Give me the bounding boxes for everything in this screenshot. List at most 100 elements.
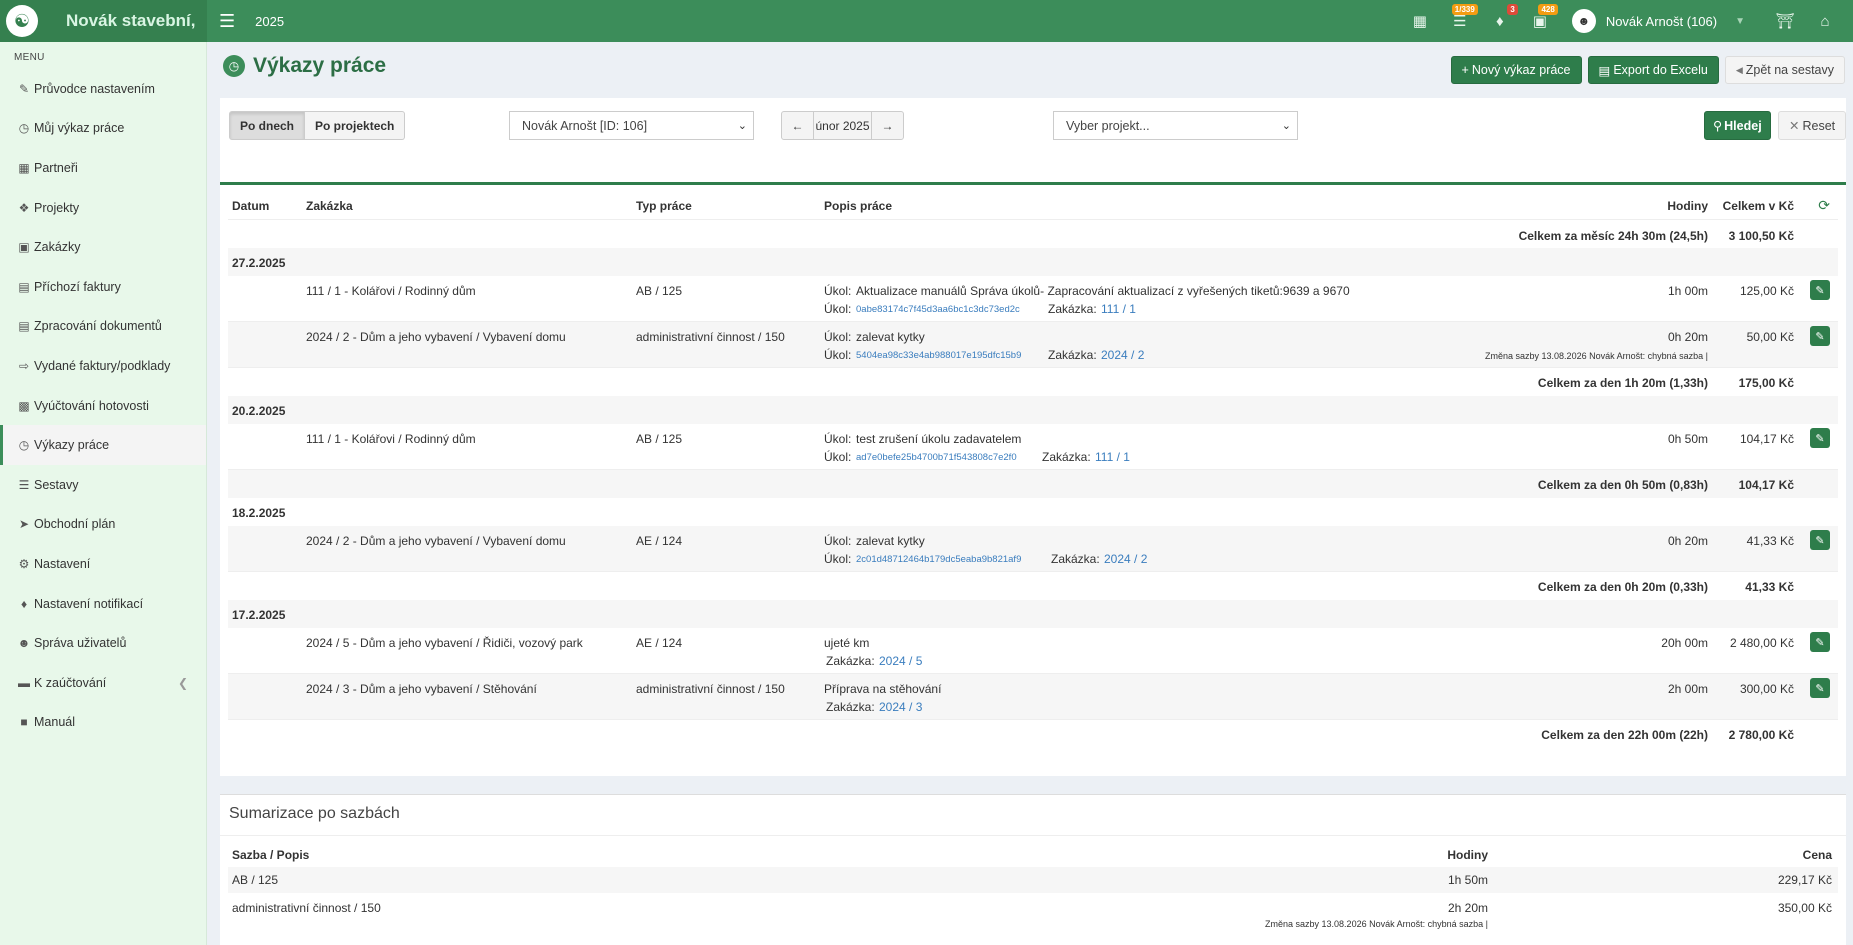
home-icon[interactable]: ⌂ xyxy=(1805,0,1845,42)
sidebar-item-manual[interactable]: ■ Manuál xyxy=(0,703,206,743)
summary-rate: administrativní činnost / 150 xyxy=(232,901,381,915)
edit-pencil-icon[interactable]: ✎ xyxy=(1810,530,1830,550)
top-navbar: ☯ Novák stavební, ☰ 2025 ▦ ☰ 1/339 ♦ 3 ▣ 42… xyxy=(0,0,1853,42)
sidebar-item-business-plan[interactable]: ➤ Obchodní plán xyxy=(0,505,206,545)
project-select[interactable]: Vyber projekt... ⌄ xyxy=(1053,111,1298,140)
edit-pencil-icon[interactable]: ✎ xyxy=(1810,632,1830,652)
entry-total: 41,33 Kč xyxy=(1746,534,1794,548)
entry-task-text: test zrušení úkolu zadavatelem xyxy=(856,432,1022,446)
close-icon: ✕ xyxy=(1789,119,1800,133)
sidebar-item-my-timesheet[interactable]: ◷ Můj výkaz práce xyxy=(0,109,206,149)
sidebar-item-incoming-invoices[interactable]: ▤ Příchozí faktury xyxy=(0,267,206,307)
entry-task-text: zalevat kytky xyxy=(856,534,925,548)
entry-order-link[interactable]: 2024 / 2 xyxy=(1101,348,1144,362)
col-hours-header: Hodiny xyxy=(1667,199,1708,213)
month-label[interactable]: únor 2025 xyxy=(814,111,871,140)
by-days-button[interactable]: Po dnech xyxy=(229,111,306,140)
tasks-icon[interactable]: ☰ 1/339 xyxy=(1440,0,1480,42)
sidebar-item-settings[interactable]: ⚙ Nastavení xyxy=(0,544,206,584)
logo-area[interactable]: ☯ Novák stavební, xyxy=(0,0,207,42)
folder-icon: ▬ xyxy=(18,675,30,690)
col-desc-header: Popis práce xyxy=(824,199,893,213)
rate-summary-panel: Sumarizace po sazbách Sazba / Popis Hodi… xyxy=(220,794,1846,945)
back-label: Zpět na sestavy xyxy=(1745,63,1834,77)
sidebar-item-user-management[interactable]: ☻ Správa uživatelů xyxy=(0,623,206,663)
entry-task-text: Aktualizace manuálů Správa úkolů- Zaprac… xyxy=(856,284,1350,298)
sidebar-item-document-processing[interactable]: ▤ Zpracování dokumentů xyxy=(0,307,206,347)
worker-select[interactable]: Novák Arnošt [ID: 106] ⌄ xyxy=(509,111,754,140)
prev-month-button[interactable]: ← xyxy=(781,111,814,140)
sidebar-item-partners[interactable]: ▦ Partneři xyxy=(0,148,206,188)
table-row: 111 / 1 - Kolářovi / Rodinný dům AB / 12… xyxy=(228,424,1838,470)
edit-pencil-icon[interactable]: ✎ xyxy=(1810,678,1830,698)
sidebar-item-notification-settings[interactable]: ♦ Nastavení notifikací xyxy=(0,584,206,624)
edit-pencil-icon[interactable]: ✎ xyxy=(1810,428,1830,448)
bank-icon[interactable]: ⛩ xyxy=(1765,0,1805,42)
table-row: 2024 / 3 - Dům a jeho vybavení / Stěhová… xyxy=(228,674,1838,720)
day-header-row: 18.2.2025 xyxy=(228,498,1838,526)
table-row: 2024 / 2 - Dům a jeho vybavení / Vybaven… xyxy=(228,526,1838,572)
col-total-header: Celkem v Kč xyxy=(1722,199,1794,213)
summary-header-row: Sazba / Popis Hodiny Cena xyxy=(228,839,1838,867)
entry-hours: 2h 00m xyxy=(1667,682,1708,696)
refresh-icon[interactable]: ⟳ xyxy=(1818,197,1830,214)
entry-task-id-link[interactable]: 5404ea98c33e4ab988017e195dfc15b9 xyxy=(856,350,1021,361)
by-projects-button[interactable]: Po projektech xyxy=(305,111,406,140)
entry-order-link[interactable]: 2024 / 2 xyxy=(1104,552,1147,566)
entry-task-id-link[interactable]: 2c01d48712464b179dc5eaba9b821af9 xyxy=(856,554,1021,565)
day-date: 20.2.2025 xyxy=(232,404,286,418)
edit-pencil-icon[interactable]: ✎ xyxy=(1810,280,1830,300)
sidebar-item-label: Můj výkaz práce xyxy=(34,121,125,136)
export-excel-label: Export do Excelu xyxy=(1613,63,1708,77)
sidebar-item-issued-invoices[interactable]: ⇨ Vydané faktury/podklady xyxy=(0,346,206,386)
month-picker: ← únor 2025 → xyxy=(781,111,904,140)
sidebar-item-orders[interactable]: ▣ Zakázky xyxy=(0,227,206,267)
entry-task-label: Úkol: xyxy=(824,348,852,362)
entry-task-id-link[interactable]: ad7e0befe25b4700b71f543808c7e2f0 xyxy=(856,452,1017,463)
chevron-down-icon: ⌄ xyxy=(737,120,747,132)
day-total-label: Celkem za den 0h 20m (0,33h) xyxy=(1537,580,1708,594)
day-total-row: Celkem za den 0h 20m (0,33h) 41,33 Kč xyxy=(228,572,1838,600)
next-month-button[interactable]: → xyxy=(871,111,904,140)
entry-order-link[interactable]: 111 / 1 xyxy=(1095,450,1130,464)
day-date: 27.2.2025 xyxy=(232,256,286,270)
plus-icon: + xyxy=(1461,63,1469,77)
entry-task-text: zalevat kytky xyxy=(856,330,925,344)
export-excel-button[interactable]: ▤ Export do Excelu xyxy=(1587,56,1719,84)
sidebar-item-label: Zakázky xyxy=(34,240,81,255)
entry-order: 2024 / 2 - Dům a jeho vybavení / Vybaven… xyxy=(306,534,566,548)
entry-order-link[interactable]: 2024 / 5 xyxy=(879,654,922,668)
entry-order-link[interactable]: 111 / 1 xyxy=(1101,302,1136,316)
user-menu[interactable]: ☻ Novák Arnošt (106) ▼ xyxy=(1571,9,1745,33)
day-header-row: 17.2.2025 xyxy=(228,600,1838,628)
sidebar-item-reports[interactable]: ☰ Sestavy xyxy=(0,465,206,505)
menu-toggle-icon[interactable]: ☰ xyxy=(219,11,235,32)
entry-order-label: Zakázka: xyxy=(1048,302,1097,316)
sidebar-item-label: Příchozí faktury xyxy=(34,279,121,294)
sidebar-item-projects[interactable]: ❖ Projekty xyxy=(0,188,206,228)
page-title: Výkazy práce xyxy=(253,54,387,77)
col-type-header: Typ práce xyxy=(636,199,692,213)
main-content: ◷ Výkazy práce + Nový výkaz práce ▤ Export… xyxy=(207,42,1853,945)
sidebar-item-to-account[interactable]: ▬ K zaúčtování ❮ xyxy=(0,663,206,703)
car-icon[interactable]: ▣ 428 xyxy=(1520,0,1560,42)
bell-icon[interactable]: ♦ 3 xyxy=(1480,0,1520,42)
back-to-reports-button[interactable]: ◀ Zpět na sestavy xyxy=(1724,56,1845,84)
entry-hours: 20h 00m xyxy=(1661,636,1708,650)
sidebar-item-cash-settlement[interactable]: ▩ Vyúčtování hotovosti xyxy=(0,386,206,426)
sidebar-item-setup-guide[interactable]: ✎ Průvodce nastavením xyxy=(0,69,206,109)
summary-rate: AB / 125 xyxy=(232,873,279,887)
reset-label: Reset xyxy=(1802,118,1836,133)
entry-task-id-link[interactable]: 0abe83174c7f45d3aa6bc1c3dc73ed2c xyxy=(856,304,1020,315)
year-label[interactable]: 2025 xyxy=(255,14,284,29)
reset-button[interactable]: ✕ Reset xyxy=(1778,111,1847,140)
calendar-icon[interactable]: ▦ xyxy=(1400,0,1440,42)
caret-left-icon: ◀ xyxy=(1735,64,1743,75)
search-button[interactable]: ⚲ Hledej xyxy=(1704,111,1771,140)
new-timesheet-button[interactable]: + Nový výkaz práce xyxy=(1450,56,1582,84)
sidebar-item-timesheets[interactable]: ◷ Výkazy práce xyxy=(0,425,206,465)
entry-order-link[interactable]: 2024 / 3 xyxy=(879,700,922,714)
entry-order: 111 / 1 - Kolářovi / Rodinný dům xyxy=(306,284,476,298)
edit-pencil-icon[interactable]: ✎ xyxy=(1810,326,1830,346)
entry-task-label: Úkol: xyxy=(824,552,852,566)
